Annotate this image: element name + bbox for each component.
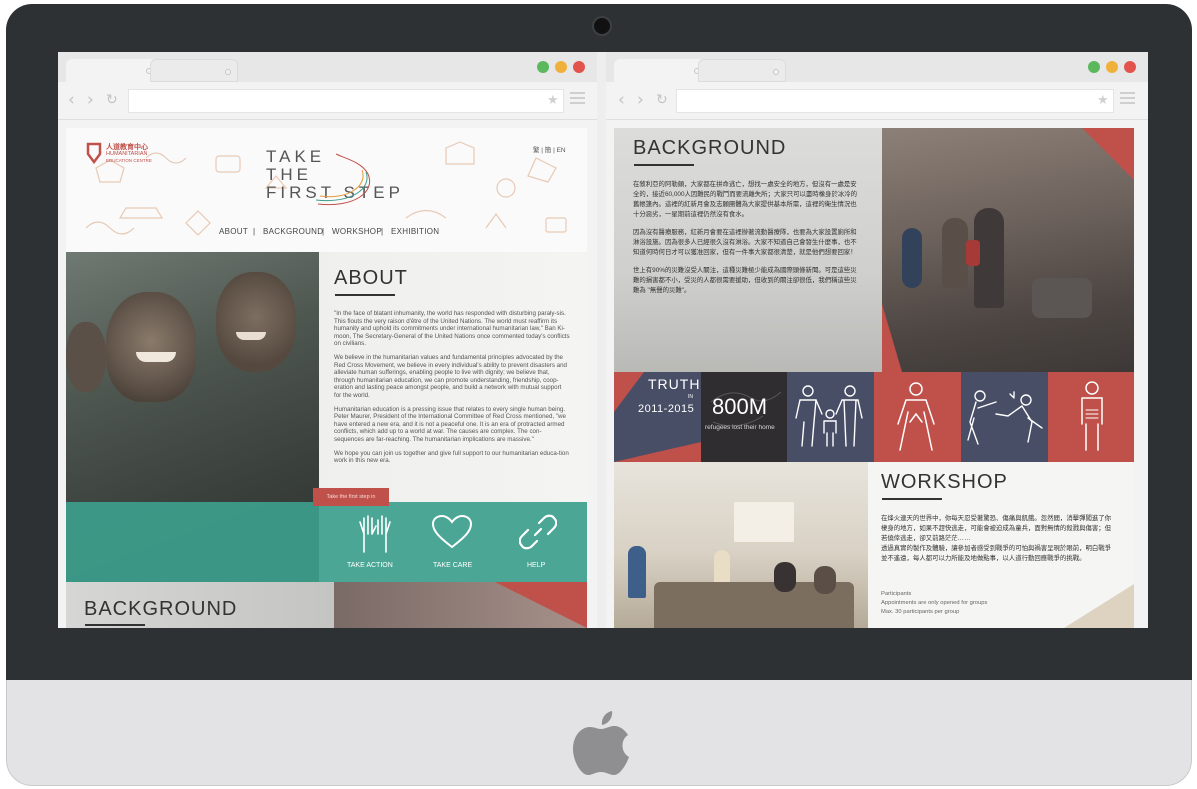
nav-background[interactable]: BACKGROUND [263,227,323,236]
webpage-right: BACKGROUND 在敘利亞的阿勒頗，大家都在拼命逃亡，想找一處安全的地方，但… [614,128,1134,628]
bookmark-star-icon[interactable]: ★ [1097,93,1109,108]
workshop-heading: WORKSHOP [881,471,1008,493]
participants-note: Appointments are only opened for groups [881,600,988,606]
bookmark-star-icon[interactable]: ★ [547,93,559,108]
window-minimize-button[interactable] [555,61,567,73]
window-minimize-button[interactable] [1106,61,1118,73]
apple-logo-icon [573,711,629,775]
language-switch[interactable]: 繁 | 簡 | EN [533,144,566,154]
logo-en-line1: HUMANITARIAN [106,151,148,157]
about-paragraph: "In the face of blatant inhumanity, the … [334,310,570,348]
back-icon[interactable]: ‹ [618,90,625,110]
browser-tab[interactable] [614,59,706,82]
address-bar[interactable]: ★ [676,89,1114,113]
browser-tab[interactable] [150,59,238,82]
injured-person-icon [1081,381,1103,451]
address-row: ‹ › ↻ ★ [606,82,1148,120]
window-maximize-button[interactable] [1088,61,1100,73]
address-bar[interactable]: ★ [128,89,564,113]
background-body: 在敘利亞的阿勒頗，大家都在拼命逃亡，想找一處安全的地方，但沒有一處是安全的，接近… [633,180,863,296]
nav-separator: | [253,227,256,236]
window-maximize-button[interactable] [537,61,549,73]
address-row: ‹ › ↻ ★ [58,82,597,120]
browser-menu-icon[interactable] [570,92,585,106]
truth-label: TRUTH [648,376,701,392]
browser-window-left: ‹ › ↻ ★ 人道教育中心 HUMANITARIAN EDUCATION CE… [58,52,597,628]
tab-close-icon[interactable] [773,69,779,75]
webcam [592,16,612,36]
action-band [66,502,587,582]
fighting-figures-icon [967,390,1043,445]
nav-workshop[interactable]: WORKSHOP [332,227,382,236]
title-swoosh-icon [315,153,371,206]
background-heading-preview: BACKGROUND [84,598,238,620]
tab-bar [606,52,1148,82]
reload-icon[interactable]: ↻ [106,92,118,108]
take-action-label[interactable]: TAKE ACTION [347,562,393,569]
truth-years: 2011-2015 [638,403,695,415]
truth-in-label: IN [688,394,693,400]
nav-separator: | [322,227,325,236]
browser-tab[interactable] [698,59,786,82]
about-heading: ABOUT [334,267,408,289]
background-heading: BACKGROUND [633,137,787,159]
background-paragraph: 因為沒有醫療服務，紅新月會要在這裡辦著流動醫療隊，也要為大家設置廁所和淋浴設施。… [633,229,857,256]
participants-info: Participants Appointments are only opene… [881,590,987,617]
stats-strip: TRUTH IN 2011-2015 800M refugees lost th… [614,372,1134,462]
about-body: "In the face of blatant inhumanity, the … [334,310,570,465]
about-paragraph: We believe in the humanitarian values an… [334,353,567,399]
stat-value: 800M [712,394,768,419]
photo-edge-accent [882,304,902,372]
window-close-button[interactable] [573,61,585,73]
forward-icon[interactable]: › [87,90,94,110]
background-paragraph: 在敘利亞的阿勒頗，大家都在拼命逃亡，想找一處安全的地方，但沒有一處是安全的，接近… [633,181,858,218]
person-icon [897,382,935,451]
window-close-button[interactable] [1124,61,1136,73]
webpage-left: 人道教育中心 HUMANITARIAN EDUCATION CENTRE 繁 |… [66,128,587,628]
participants-max: Max. 30 participants per group [881,609,960,615]
workshop-body: 在烽火連天的世界中，你每天忍受著驚恐、傷痛與飢餓。忽然間，消擊彈闖進了你棲身的地… [881,514,1113,564]
logo-en-line2: EDUCATION CENTRE [106,158,152,163]
workshop-corner-accent [1064,584,1134,628]
chain-link-icon[interactable] [519,513,557,551]
browser-tab[interactable] [66,59,158,82]
workshop-heading-rule [882,498,942,500]
corner-accent-triangle [1082,128,1134,180]
background-heading-rule [85,624,145,626]
take-first-step-button[interactable]: Take the first step in [313,488,389,506]
reload-icon[interactable]: ↻ [656,92,668,108]
about-heading-rule [335,294,395,296]
about-paragraph: Humanitarian education is a pressing iss… [334,405,566,443]
raised-hands-icon[interactable] [358,512,392,554]
screen: ‹ › ↻ ★ 人道教育中心 HUMANITARIAN EDUCATION CE… [58,52,1148,628]
workshop-paragraph: 在烽火連天的世界中，你每天忍受著驚恐、傷痛與飢餓。忽然間，消擊彈闖進了你棲身的地… [881,515,1112,542]
background-paragraph: 世上有90%的災難沒受人關注，這種災難極少能成為國際頭條新聞。可是這些災難的損害… [633,267,857,294]
workshop-paragraph: 透過真實的製作及體驗，讓參加者感受到戰爭的可怕與禍害呈現於眼前，明白戰爭並不遙遠… [881,545,1112,562]
tab-close-icon[interactable] [225,69,231,75]
about-paragraph: We hope you can join us together and giv… [334,449,569,465]
tab-bar [58,52,597,82]
forward-icon[interactable]: › [637,90,644,110]
participants-label: Participants [881,591,912,597]
nav-exhibition[interactable]: EXHIBITION [391,227,439,236]
background-heading-rule [634,164,694,166]
logo-mark-icon [86,142,102,164]
take-care-label[interactable]: TAKE CARE [433,562,472,569]
browser-window-right: ‹ › ↻ ★ BACKGROUND 在敘利亞的阿勒頗，大家都在拼命逃亡，想找一… [606,52,1148,628]
stat-caption: refugees lost their home [705,424,775,431]
back-icon[interactable]: ‹ [68,90,75,110]
workshop-photo [614,462,868,628]
family-icon [795,385,863,447]
nav-about[interactable]: ABOUT [219,227,248,236]
corner-accent-triangle [495,582,587,628]
nav-separator: | [381,227,384,236]
heart-icon[interactable] [431,514,473,550]
browser-menu-icon[interactable] [1120,92,1135,106]
help-label[interactable]: HELP [527,562,545,569]
